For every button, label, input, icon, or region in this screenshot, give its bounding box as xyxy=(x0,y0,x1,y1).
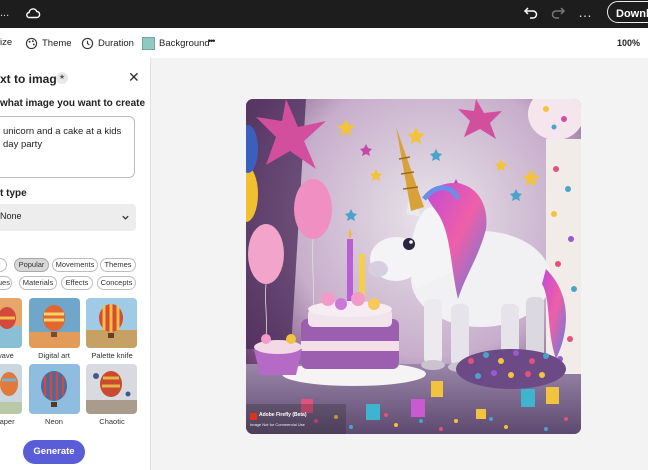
balloon-thumbnail-icon xyxy=(0,364,22,414)
duration-button[interactable]: Duration xyxy=(81,37,134,50)
content-type-value: None xyxy=(0,211,22,221)
more-dots-icon: ••• xyxy=(208,36,216,46)
redo-icon[interactable] xyxy=(550,5,566,21)
style-label-neon: Neon xyxy=(45,417,63,426)
balloon-thumbnail-icon xyxy=(86,364,137,414)
chip-themes[interactable]: Themes xyxy=(100,258,136,272)
close-panel-button[interactable]: ✕ xyxy=(128,69,140,86)
cloud-sync-icon[interactable] xyxy=(25,5,41,21)
palette-icon xyxy=(25,37,38,50)
style-thumb-digital-art[interactable] xyxy=(29,298,80,348)
generate-button[interactable]: Generate xyxy=(23,440,85,464)
background-button[interactable]: Background xyxy=(142,37,210,50)
chip-featured[interactable]: d xyxy=(0,258,7,272)
document-title[interactable]: ... xyxy=(0,7,9,19)
undo-icon[interactable] xyxy=(523,5,539,21)
background-label: Background xyxy=(159,38,210,49)
panel-title: xt to image xyxy=(0,72,64,86)
content-type-label: t type xyxy=(0,188,27,199)
toolbar-more-button[interactable]: ••• xyxy=(208,36,216,46)
duration-label: Duration xyxy=(98,38,134,49)
editor-toolbar: ize Theme Duration Background ••• 100% xyxy=(0,28,648,59)
app-header: ... … Download xyxy=(0,0,648,28)
balloon-thumbnail-icon xyxy=(29,298,80,348)
watermark-title: Adobe Firefly (Beta) xyxy=(259,412,307,418)
style-label-chaotic: Chaotic xyxy=(99,417,125,426)
clock-icon xyxy=(81,37,94,50)
generated-image[interactable] xyxy=(246,99,581,434)
style-label-palette-knife: Palette knife xyxy=(91,351,133,360)
chip-popular[interactable]: Popular xyxy=(14,258,49,272)
chip-effects[interactable]: Effects xyxy=(61,276,93,290)
style-thumb-wave[interactable] xyxy=(0,298,22,348)
chevron-down-icon xyxy=(122,215,129,220)
background-swatch xyxy=(142,37,155,50)
adobe-logo-icon xyxy=(250,413,257,420)
theme-label: Theme xyxy=(42,38,72,49)
watermark-subtitle: Image Not for Commercial Use xyxy=(250,422,305,427)
premium-badge-icon: ★ xyxy=(56,72,68,84)
more-options-icon[interactable]: … xyxy=(578,4,593,20)
style-thumb-neon[interactable] xyxy=(29,364,80,414)
content-type-select[interactable]: None xyxy=(0,204,136,231)
resize-button[interactable]: ize xyxy=(0,37,12,48)
download-button[interactable]: Download xyxy=(607,1,648,23)
theme-button[interactable]: Theme xyxy=(25,37,72,50)
prompt-label: what image you want to create xyxy=(0,98,146,109)
resize-label: ize xyxy=(0,37,13,48)
text-to-image-panel: xt to image ★ ✕ what image you want to c… xyxy=(0,58,151,470)
prompt-input[interactable] xyxy=(0,116,135,178)
balloon-thumbnail-icon xyxy=(29,364,80,414)
chip-movements[interactable]: Movements xyxy=(52,258,98,272)
style-thumb-chaotic[interactable] xyxy=(86,364,137,414)
chip-techniques[interactable]: iques xyxy=(0,276,12,290)
zoom-level[interactable]: 100% xyxy=(617,38,640,48)
chip-concepts[interactable]: Concepts xyxy=(97,276,136,290)
balloon-thumbnail-icon xyxy=(0,298,22,348)
style-thumb-paper[interactable] xyxy=(0,364,22,414)
balloon-thumbnail-icon xyxy=(86,298,137,348)
chip-materials[interactable]: Materials xyxy=(19,276,57,290)
style-thumb-palette-knife[interactable] xyxy=(86,298,137,348)
unicorn-party-artwork xyxy=(246,99,581,434)
style-label-digital-art: Digital art xyxy=(38,351,70,360)
